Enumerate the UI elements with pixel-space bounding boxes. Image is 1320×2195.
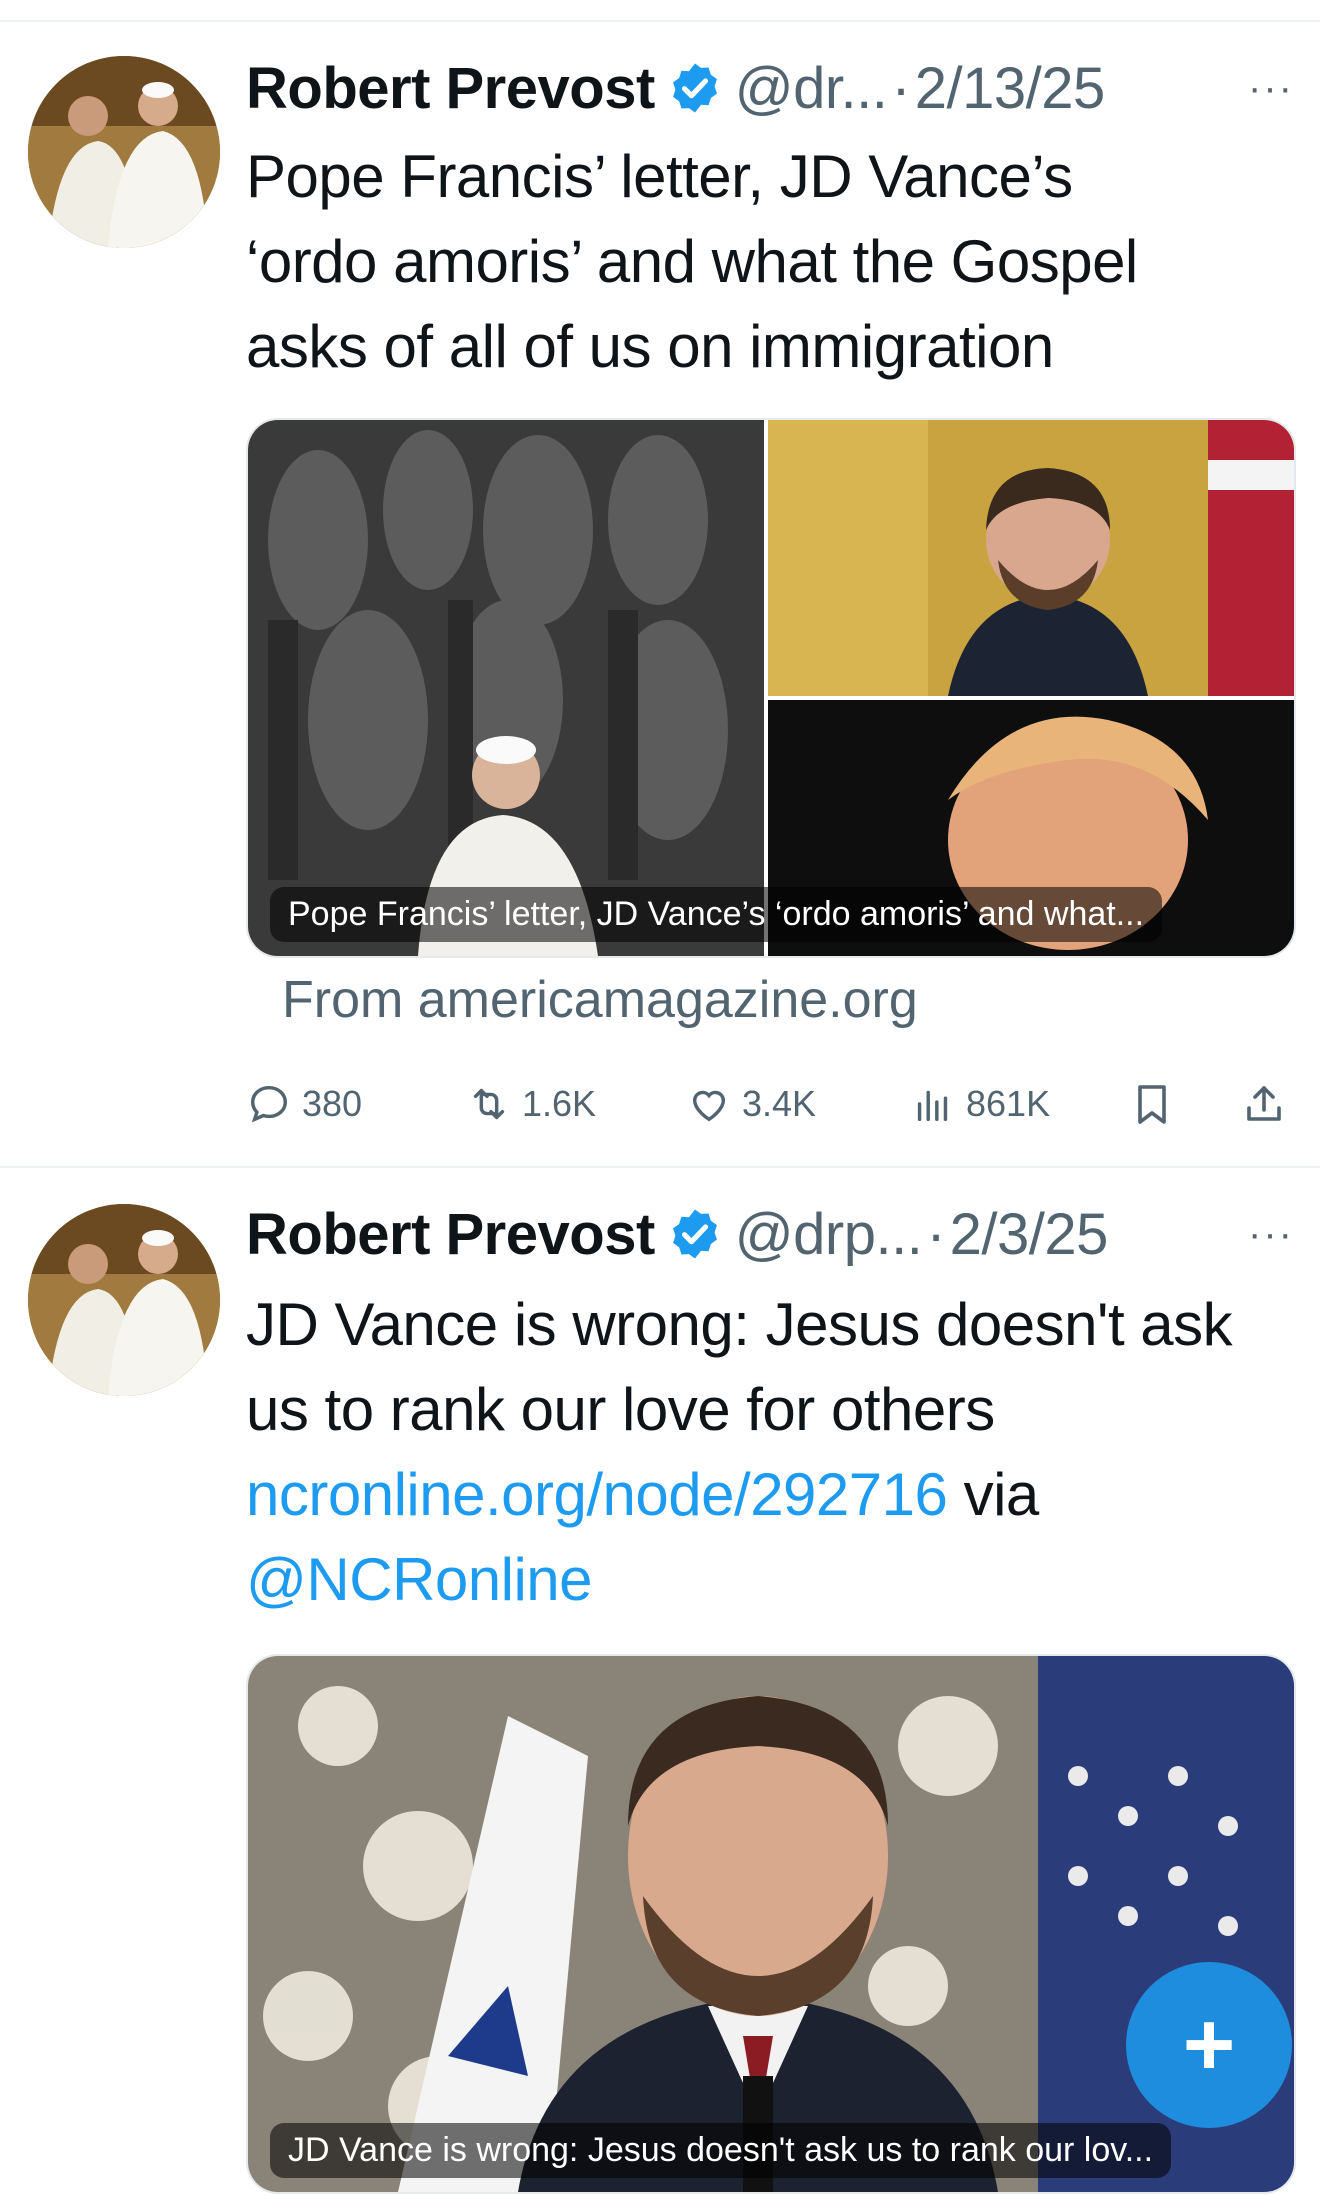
tweet-text-line: asks of all of us on immigration xyxy=(246,313,1054,380)
author-handle[interactable]: @dr... xyxy=(735,55,888,122)
views-count: 861K xyxy=(966,1083,1051,1124)
card-source[interactable]: From americamagazine.org xyxy=(282,970,918,1030)
like-button[interactable]: 3.4K xyxy=(686,1074,816,1134)
tweet-header: Robert Prevost @dr... · 2/13/25 xyxy=(246,48,1105,128)
more-options-icon[interactable]: ··· xyxy=(1248,1194,1294,1274)
tweet-text-line: JD Vance is wrong: Jesus doesn't ask xyxy=(246,1291,1233,1358)
tweet-divider xyxy=(0,1166,1320,1168)
verified-badge-icon xyxy=(667,60,723,116)
verified-badge-icon xyxy=(667,1206,723,1262)
link-card-image[interactable]: Pope Francis’ letter, JD Vance’s ‘ordo a… xyxy=(246,418,1296,958)
via-text: via xyxy=(947,1461,1040,1528)
author-name[interactable]: Robert Prevost xyxy=(246,1201,655,1268)
tweet-date[interactable]: 2/3/25 xyxy=(950,1201,1109,1268)
views-icon xyxy=(917,1090,948,1122)
avatar[interactable] xyxy=(28,1204,220,1396)
separator-dot: · xyxy=(926,1201,946,1267)
tweet-text-line: Pope Francis’ letter, JD Vance’s xyxy=(246,143,1073,210)
separator-dot: · xyxy=(891,55,911,121)
compose-post-button[interactable]: + xyxy=(1126,1962,1292,2128)
article-link[interactable]: ncronline.org/node/292716 xyxy=(246,1461,948,1528)
link-card-image[interactable]: JD Vance is wrong: Jesus doesn't ask us … xyxy=(246,1654,1296,2194)
card-caption: JD Vance is wrong: Jesus doesn't ask us … xyxy=(270,2123,1172,2178)
tweet-date[interactable]: 2/13/25 xyxy=(915,55,1106,122)
tweet-text: Pope Francis’ letter, JD Vance’s ‘ordo a… xyxy=(246,134,1296,389)
top-divider xyxy=(0,20,1320,22)
share-button[interactable] xyxy=(1240,1074,1298,1134)
reply-count: 380 xyxy=(302,1083,363,1124)
bookmark-icon xyxy=(1138,1085,1166,1124)
repost-button[interactable]: 1.6K xyxy=(466,1074,596,1134)
repost-count: 1.6K xyxy=(522,1083,597,1124)
avatar[interactable] xyxy=(28,56,220,248)
views-button[interactable]: 861K xyxy=(910,1074,1050,1134)
card-caption: Pope Francis’ letter, JD Vance’s ‘ordo a… xyxy=(270,887,1163,942)
more-options-icon[interactable]: ··· xyxy=(1248,48,1294,128)
reply-icon xyxy=(250,1085,288,1123)
share-icon xyxy=(1247,1086,1281,1121)
tweet-text-line: ‘ordo amoris’ and what the Gospel xyxy=(246,228,1138,295)
author-name[interactable]: Robert Prevost xyxy=(246,55,655,122)
repost-icon xyxy=(473,1088,505,1120)
reply-button[interactable]: 380 xyxy=(246,1074,362,1134)
action-bar: 380 1.6K 3.4K 861K xyxy=(246,1074,1296,1134)
tweet-text-line: us to rank our love for others xyxy=(246,1376,995,1443)
tweet-header: Robert Prevost @drp... · 2/3/25 xyxy=(246,1194,1108,1274)
author-handle[interactable]: @drp... xyxy=(735,1201,923,1268)
like-count: 3.4K xyxy=(742,1083,817,1124)
bookmark-button[interactable] xyxy=(1128,1074,1186,1134)
tweet-text: JD Vance is wrong: Jesus doesn't ask us … xyxy=(246,1282,1296,1622)
heart-icon xyxy=(692,1090,726,1122)
mention-link[interactable]: @NCRonline xyxy=(246,1546,593,1613)
